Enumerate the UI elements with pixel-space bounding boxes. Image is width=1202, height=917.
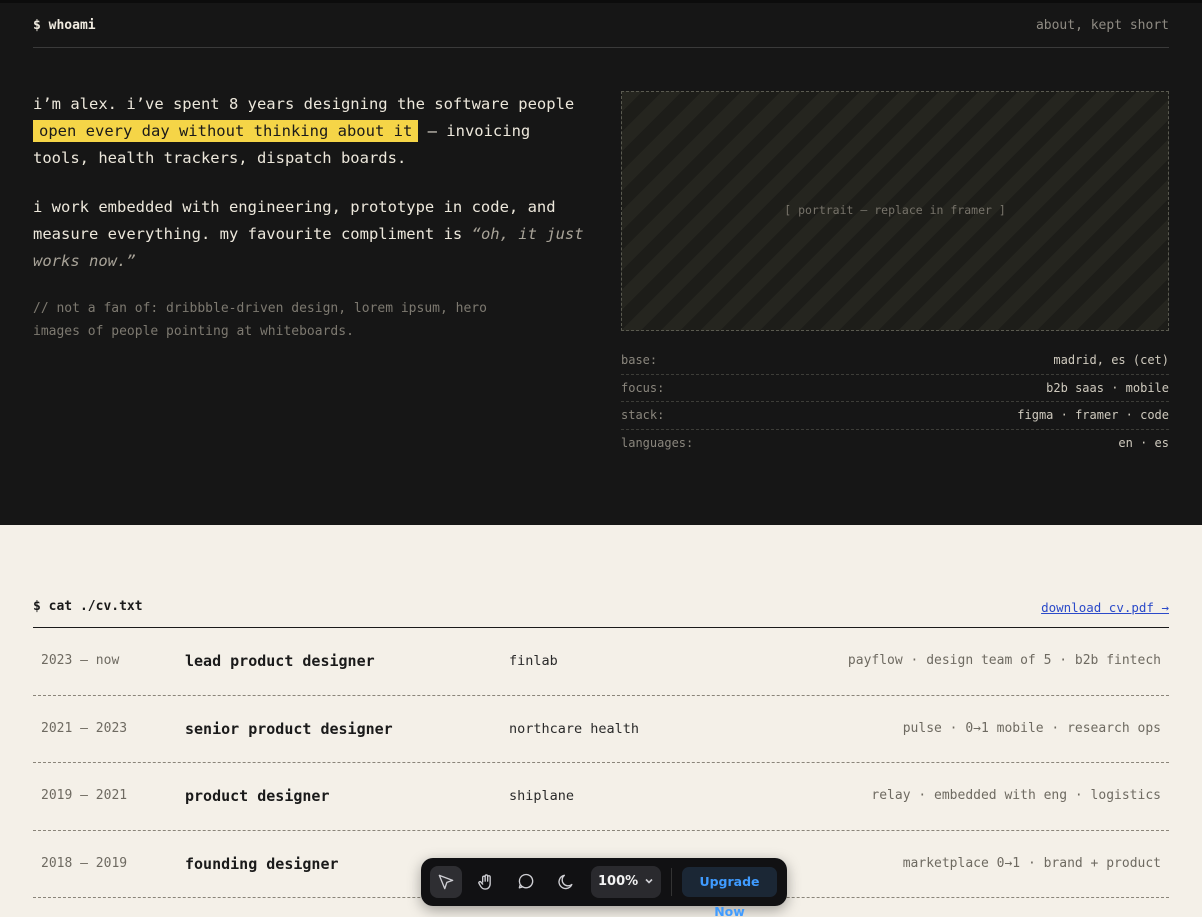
fact-row: languages: en · es: [621, 430, 1169, 458]
cv-details: marketplace 0→1 · brand + product: [902, 855, 1161, 871]
cv-company: finlab: [509, 653, 558, 669]
fact-row: focus: b2b saas · mobile: [621, 375, 1169, 402]
cv-details: payflow · design team of 5 · b2b fintech: [847, 653, 1161, 668]
page-tagline: about, kept short: [1035, 18, 1169, 33]
intro-text-1a: i’m alex. i’ve spent 8 years designing t…: [33, 95, 575, 113]
download-cv-link[interactable]: download cv.pdf →: [1041, 600, 1169, 615]
header-bar: $ whoami about, kept short: [33, 16, 1169, 48]
cv-years: 2023 — now: [41, 653, 120, 668]
upgrade-button[interactable]: Upgrade Now: [682, 867, 777, 917]
page-prompt: $ whoami: [33, 18, 96, 33]
cv-row: 2019 — 2021 product designer shiplane re…: [33, 763, 1169, 831]
cv-role: senior product designer: [185, 719, 393, 738]
fact-key: languages:: [621, 435, 694, 450]
cv-company: northcare health: [509, 720, 640, 737]
intro-paragraph-1: i’m alex. i’ve spent 8 years designing t…: [33, 91, 593, 172]
portrait-label: [ portrait — replace in framer ]: [784, 203, 1006, 217]
fact-row: base: madrid, es (cet): [621, 347, 1169, 375]
cv-details: pulse · 0→1 mobile · research ops: [902, 720, 1161, 736]
facts-list: base: madrid, es (cet) focus: b2b saas · m…: [621, 347, 1169, 457]
comment-icon[interactable]: [510, 866, 542, 898]
about-section: $ whoami about, kept short i’m alex. i’v…: [0, 0, 1202, 525]
cv-row: 2023 — now lead product designer finlab …: [33, 628, 1169, 696]
fact-value: b2b saas · mobile: [1046, 380, 1169, 395]
cv-header: $ cat ./cv.txt download cv.pdf →: [33, 596, 1169, 628]
portrait-placeholder: [ portrait — replace in framer ]: [621, 91, 1169, 331]
fact-value: madrid, es (cet): [1053, 353, 1169, 367]
toolbar-divider: [671, 868, 672, 896]
editor-toolbar: 100% Upgrade Now: [421, 858, 787, 917]
cv-role: founding designer: [185, 854, 339, 873]
cv-years: 2019 — 2021: [41, 788, 128, 803]
zoom-value: 100%: [598, 874, 639, 889]
cursor-icon[interactable]: [430, 866, 462, 898]
fact-key: stack:: [621, 408, 665, 422]
cv-years: 2021 — 2023: [41, 720, 128, 736]
fact-key: base:: [621, 353, 658, 367]
cv-command: $ cat ./cv.txt: [33, 599, 143, 614]
zoom-select[interactable]: 100%: [591, 866, 661, 898]
highlight-phrase: open every day without thinking about it: [33, 120, 419, 142]
chevron-down-icon: [643, 875, 655, 887]
cv-row: 2021 — 2023 senior product designer nort…: [33, 696, 1169, 763]
intro-paragraph-2: i work embedded with engineering, protot…: [33, 194, 593, 275]
fact-row: stack: figma · framer · code: [621, 402, 1169, 430]
intro-text: i’m alex. i’ve spent 8 years designing t…: [33, 91, 593, 297]
moon-icon[interactable]: [550, 866, 582, 898]
hand-icon[interactable]: [470, 866, 502, 898]
fact-value: en · es: [1118, 435, 1169, 450]
cv-role: product designer: [185, 787, 330, 805]
cv-details: relay · embedded with eng · logistics: [871, 788, 1161, 803]
cv-company: shiplane: [509, 788, 575, 804]
cv-years: 2018 — 2019: [41, 855, 128, 871]
fact-value: figma · framer · code: [1017, 408, 1169, 422]
dislikes-comment: // not a fan of: dribbble-driven design,…: [33, 301, 487, 339]
cv-role: lead product designer: [185, 652, 375, 670]
fact-key: focus:: [621, 380, 665, 395]
